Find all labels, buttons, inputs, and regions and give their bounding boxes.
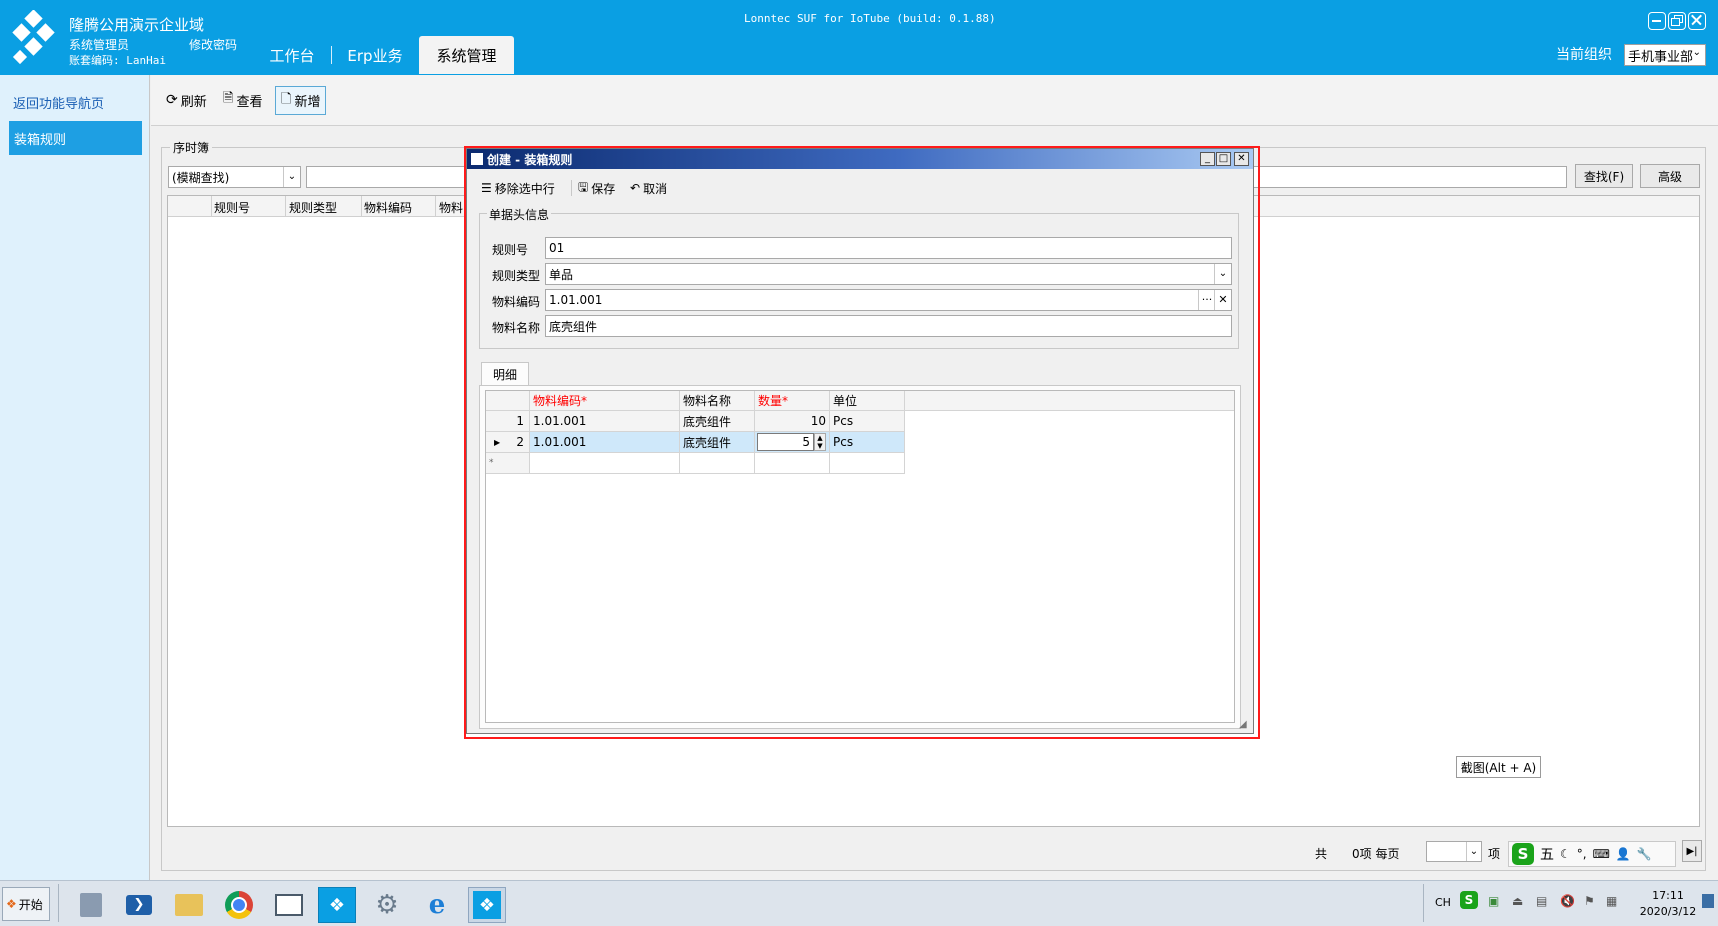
pager-unit: 项: [1488, 847, 1501, 861]
network-icon[interactable]: ▣: [1488, 894, 1499, 908]
pager-items-label: 0项 每页: [1352, 847, 1400, 861]
tab-workbench[interactable]: 工作台: [262, 36, 322, 74]
column-divider: [361, 196, 362, 217]
org-select[interactable]: 手机事业部 ⌄: [1624, 44, 1706, 66]
sogou-logo-icon: S: [1512, 843, 1534, 865]
taskbar-divider: [58, 884, 59, 922]
display-icon[interactable]: ▦: [1606, 894, 1617, 908]
chevron-down-icon: ⌄: [283, 167, 300, 187]
ime-mode[interactable]: 五: [1540, 844, 1554, 864]
screenshot-hint: 截图(Alt + A): [1456, 756, 1541, 778]
org-label: 当前组织: [1556, 47, 1612, 63]
half-width-moon-icon[interactable]: ☾: [1560, 847, 1571, 861]
lonntec-app-icon[interactable]: ❖: [318, 887, 356, 923]
tab-system-management[interactable]: 系统管理: [419, 36, 514, 74]
settings-gear-icon[interactable]: ⚙: [368, 887, 406, 923]
volume-muted-icon[interactable]: 🔇: [1560, 894, 1575, 908]
start-label: 开始: [18, 897, 43, 912]
show-desktop-icon[interactable]: [1702, 894, 1714, 908]
punctuation-icon[interactable]: °,: [1577, 847, 1587, 861]
chevron-down-icon: ⌄: [1466, 842, 1481, 861]
usb-icon[interactable]: ⏏: [1512, 894, 1523, 908]
sogou-tray-icon[interactable]: S: [1460, 891, 1478, 909]
column-divider: [211, 196, 212, 217]
last-page-icon[interactable]: ▶|: [1682, 840, 1702, 862]
account-code: 账套编码: LanHai: [69, 54, 166, 67]
add-button[interactable]: 🗋 新增: [275, 86, 327, 115]
start-button[interactable]: ❖ 开始: [2, 887, 50, 921]
lonntec-app-active-icon[interactable]: ❖: [468, 887, 506, 923]
find-button[interactable]: 查找(F): [1575, 164, 1633, 188]
wrench-icon[interactable]: 🔧: [1637, 847, 1652, 861]
windows-logo-icon: ❖: [6, 897, 17, 911]
search-mode-select[interactable]: (模糊查找) ⌄: [168, 166, 301, 188]
tray-divider: [1423, 884, 1424, 922]
refresh-label: 刷新: [180, 94, 207, 110]
ime-toolbar[interactable]: S 五 ☾ °, ⌨ 👤 🔧: [1508, 841, 1676, 867]
per-page-select[interactable]: ⌄: [1426, 841, 1482, 862]
minimize-icon[interactable]: [1648, 12, 1666, 30]
vm-tools-icon[interactable]: ▤: [1536, 894, 1547, 908]
view-label: 查看: [236, 94, 263, 110]
flag-icon[interactable]: ⚑: [1584, 894, 1595, 908]
col-rule-type[interactable]: 规则类型: [289, 199, 337, 216]
file-explorer-icon[interactable]: [170, 887, 208, 923]
pager-total-label: 共: [1315, 847, 1328, 861]
list-group-title: 序时簿: [170, 139, 213, 156]
col-material-code[interactable]: 物料编码: [364, 199, 412, 216]
clock-time[interactable]: 17:11: [1640, 889, 1696, 902]
advanced-button[interactable]: 高级: [1640, 164, 1700, 188]
user-role: 系统管理员: [69, 38, 130, 52]
company-name: 隆腾公用演示企业域: [69, 16, 205, 34]
column-divider: [285, 196, 286, 217]
search-mode-value: (模糊查找): [172, 170, 230, 185]
refresh-button[interactable]: ⟳ 刷新: [166, 87, 207, 113]
refresh-icon: ⟳: [166, 92, 178, 108]
app-header: 隆腾公用演示企业域 系统管理员 修改密码 账套编码: LanHai Lonnte…: [0, 0, 1718, 75]
sidebar-item-packing-rule[interactable]: 装箱规则: [9, 121, 142, 155]
col-rule-no[interactable]: 规则号: [214, 199, 250, 216]
add-label: 新增: [294, 95, 321, 110]
view-icon: 🗎: [223, 91, 234, 106]
app-logo-icon: [12, 10, 55, 65]
server-manager-icon[interactable]: [72, 887, 110, 923]
col-material[interactable]: 物料: [439, 199, 463, 216]
keyboard-icon[interactable]: ⌨: [1593, 847, 1610, 861]
language-indicator[interactable]: CH: [1435, 896, 1451, 909]
chrome-icon[interactable]: [220, 887, 258, 923]
window-caption: Lonntec SUF for IoTube (build: 0.1.88): [744, 12, 996, 25]
sidebar: 返回功能导航页 装箱规则: [0, 75, 150, 880]
org-select-value: 手机事业部: [1628, 49, 1694, 65]
back-to-nav-link[interactable]: 返回功能导航页: [13, 93, 104, 112]
user-icon[interactable]: 👤: [1616, 847, 1631, 861]
powershell-icon[interactable]: ❯: [120, 887, 158, 923]
clock-date[interactable]: 2020/3/12: [1636, 905, 1700, 918]
view-button[interactable]: 🗎 查看: [223, 87, 262, 113]
chevron-down-icon: ⌄: [1692, 47, 1701, 58]
tab-erp[interactable]: Erp业务: [340, 36, 410, 74]
close-icon[interactable]: [1688, 12, 1706, 30]
highlight-outline: [464, 146, 1260, 739]
internet-explorer-icon[interactable]: e: [418, 887, 456, 923]
restore-icon[interactable]: [1668, 12, 1686, 30]
remote-desktop-icon[interactable]: [270, 887, 308, 923]
column-divider: [435, 196, 436, 217]
add-document-icon: 🗋: [281, 91, 292, 107]
tab-divider: [331, 46, 332, 64]
change-password-link[interactable]: 修改密码: [189, 36, 237, 53]
main-toolbar: [151, 75, 1718, 126]
